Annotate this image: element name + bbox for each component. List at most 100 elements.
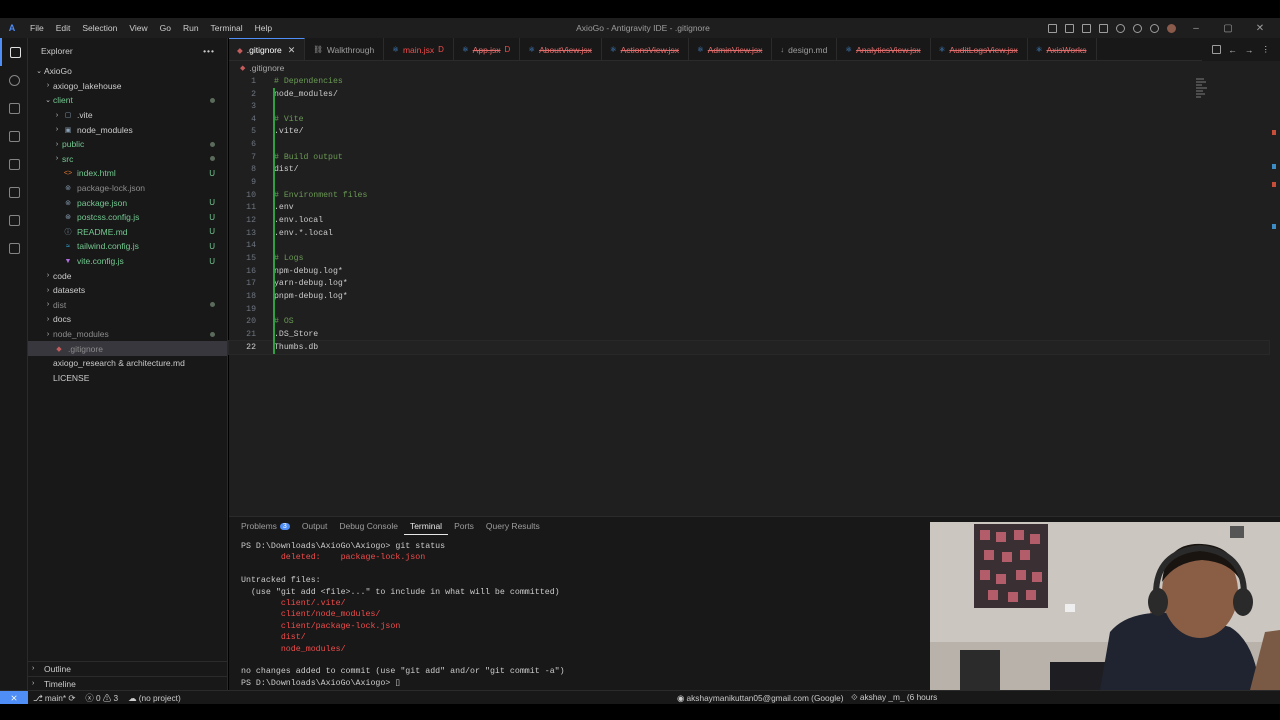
code-line[interactable]: 7 # Build output — [229, 151, 1269, 164]
tree-item[interactable]: › datasets — [28, 283, 227, 298]
source-control-activity[interactable] — [0, 94, 28, 122]
problems-indicator[interactable]: ⓧ 0 ⚠ 3 — [80, 692, 123, 704]
tree-item[interactable]: › ▢ .vite — [28, 108, 227, 123]
editor-tab[interactable]: ⚛ main.jsx D — [384, 38, 454, 60]
code-line[interactable]: 4 # Vite — [229, 113, 1269, 126]
editor-tab[interactable]: ⚛ AdminView.jsx — [689, 38, 773, 60]
tree-item[interactable]: › ▣ node_modules — [28, 122, 227, 137]
chevron-right-icon[interactable]: › — [43, 287, 53, 294]
code-line[interactable]: 6 — [229, 138, 1269, 151]
account-indicator[interactable]: ◉ akshaymanikuttan05@gmail.com (Google) — [672, 693, 848, 703]
branch-indicator[interactable]: ⎇ main* ⟳ — [28, 693, 80, 703]
tab-output[interactable]: Output — [296, 517, 334, 535]
layout-icon[interactable] — [1048, 23, 1057, 33]
split-editor-icon[interactable] — [1211, 45, 1221, 54]
editor-tab[interactable]: ⚛ AuditLogsView.jsx — [931, 38, 1028, 60]
editor-tab[interactable]: ↓ design.md — [772, 38, 838, 60]
code-line[interactable]: 14 — [229, 240, 1269, 253]
tree-item[interactable]: › code — [28, 268, 227, 283]
menu-selection[interactable]: Selection — [76, 23, 123, 33]
tree-item[interactable]: ▼ vite.config.js U — [28, 254, 227, 269]
git-blame-indicator[interactable]: ⟐ akshay _m_ (6 hours — [846, 692, 942, 703]
tree-item[interactable]: › node_modules — [28, 327, 227, 342]
editor-tab[interactable]: ⚛ ActionsView.jsx — [602, 38, 689, 60]
code-line[interactable]: 20 # OS — [229, 316, 1269, 329]
tree-item[interactable]: ◆ .gitignore — [28, 341, 227, 356]
chevron-down-icon[interactable]: ⌄ — [34, 67, 44, 75]
code-line[interactable]: 22 Thumbs.db — [228, 339, 1270, 355]
code-editor[interactable]: 1 # Dependencies 2 node_modules/3 4 # Vite 5 .v… — [228, 74, 1280, 516]
tab-ports[interactable]: Ports — [448, 517, 480, 535]
chevron-right-icon[interactable]: › — [43, 272, 53, 279]
menu-run[interactable]: Run — [177, 23, 205, 33]
close-window-icon[interactable]: ✕ — [1248, 23, 1272, 34]
run-debug-activity[interactable] — [0, 122, 28, 150]
go-forward-icon[interactable]: → — [1245, 45, 1254, 55]
timeline-section[interactable]: › Timeline — [28, 676, 227, 690]
account-avatar-icon[interactable] — [1167, 23, 1176, 33]
chevron-right-icon[interactable]: › — [43, 316, 53, 323]
toggle-sidebar-icon[interactable] — [1065, 23, 1074, 33]
code-line[interactable]: 16 npm-debug.log* — [229, 265, 1269, 278]
code-line[interactable]: 2 node_modules/ — [229, 88, 1269, 101]
code-line[interactable]: 18 pnpm-debug.log* — [229, 290, 1269, 303]
tree-item[interactable]: ⌄ AxioGo — [28, 64, 227, 79]
tree-item[interactable]: axiogo_research & architecture.md — [28, 356, 227, 371]
code-line[interactable]: 15 # Logs — [229, 252, 1269, 265]
chevron-right-icon[interactable]: › — [52, 155, 62, 162]
code-line[interactable]: 17 yarn-debug.log* — [229, 278, 1269, 291]
tree-item[interactable]: ≈ tailwind.config.js U — [28, 239, 227, 254]
code-line[interactable]: 5 .vite/ — [229, 126, 1269, 139]
code-line[interactable]: 9 — [229, 176, 1269, 189]
go-back-icon[interactable]: ← — [1229, 45, 1238, 55]
chevron-right-icon[interactable]: › — [43, 331, 53, 338]
code-line[interactable]: 3 — [229, 100, 1269, 113]
search-activity[interactable] — [0, 66, 28, 94]
tree-item[interactable]: › docs — [28, 312, 227, 327]
extensions-activity[interactable] — [0, 178, 28, 206]
search-icon[interactable] — [1116, 23, 1125, 33]
chevron-right-icon[interactable]: › — [43, 301, 53, 308]
editor-tab[interactable]: ⛓ Walkthrough — [305, 38, 385, 60]
menu-view[interactable]: View — [123, 23, 153, 33]
remote-indicator-icon[interactable]: ⨯ — [0, 690, 28, 705]
chevron-right-icon[interactable]: › — [52, 112, 62, 119]
tab-terminal[interactable]: Terminal — [403, 517, 449, 535]
testing-activity[interactable] — [0, 206, 28, 234]
editor-tab[interactable]: ⚛ AxisWorks — [1028, 38, 1097, 60]
terminal-output[interactable]: PS D:\Downloads\AxioGo\Axiogo> git statu… — [241, 541, 565, 689]
code-line[interactable]: 10 # Environment files — [229, 189, 1269, 202]
menu-file[interactable]: File — [24, 23, 50, 33]
tree-item[interactable]: › public — [28, 137, 227, 152]
close-tab-icon[interactable]: ✕ — [288, 45, 296, 56]
toggle-panel-icon[interactable] — [1082, 23, 1091, 33]
database-activity[interactable] — [0, 234, 28, 262]
project-indicator[interactable]: ☁ (no project) — [123, 693, 186, 703]
tree-item[interactable]: › dist — [28, 298, 227, 313]
menu-help[interactable]: Help — [249, 23, 278, 33]
tree-item[interactable]: › axiogo_lakehouse — [28, 79, 227, 94]
chevron-down-icon[interactable]: ⌄ — [43, 96, 53, 104]
more-actions-icon[interactable]: ••• — [203, 46, 215, 56]
chevron-right-icon[interactable]: › — [43, 82, 53, 89]
tree-item[interactable]: ⊛ postcss.config.js U — [28, 210, 227, 225]
tree-item[interactable]: <> index.html U — [28, 166, 227, 181]
editor-tab[interactable]: ◆ .gitignore ✕ — [229, 38, 306, 60]
tree-item[interactable]: LICENSE — [28, 371, 227, 386]
remote-activity[interactable] — [0, 150, 28, 178]
breadcrumb-file[interactable]: .gitignore — [249, 63, 284, 73]
maximize-icon[interactable]: ▢ — [1216, 23, 1240, 34]
more-actions-icon[interactable]: ⋮ — [1262, 44, 1271, 55]
editor-tab[interactable]: ⚛ AboutView.jsx — [520, 38, 602, 60]
code-line[interactable]: 21 .DS_Store — [229, 328, 1269, 341]
code-line[interactable]: 12 .env.local — [229, 214, 1269, 227]
tab-debug-console[interactable]: Debug Console — [333, 517, 404, 535]
code-line[interactable]: 13 .env.*.local — [229, 227, 1269, 240]
tree-item[interactable]: ⊚ package-lock.json — [28, 181, 227, 196]
code-line[interactable]: 11 .env — [229, 202, 1269, 215]
gear-icon[interactable] — [1133, 23, 1142, 33]
tree-item[interactable]: ⊚ package.json U — [28, 195, 227, 210]
minimize-icon[interactable]: – — [1184, 23, 1208, 34]
tree-item[interactable]: ⌄ client — [28, 93, 227, 108]
tab-problems[interactable]: Problems 3 — [235, 517, 296, 535]
